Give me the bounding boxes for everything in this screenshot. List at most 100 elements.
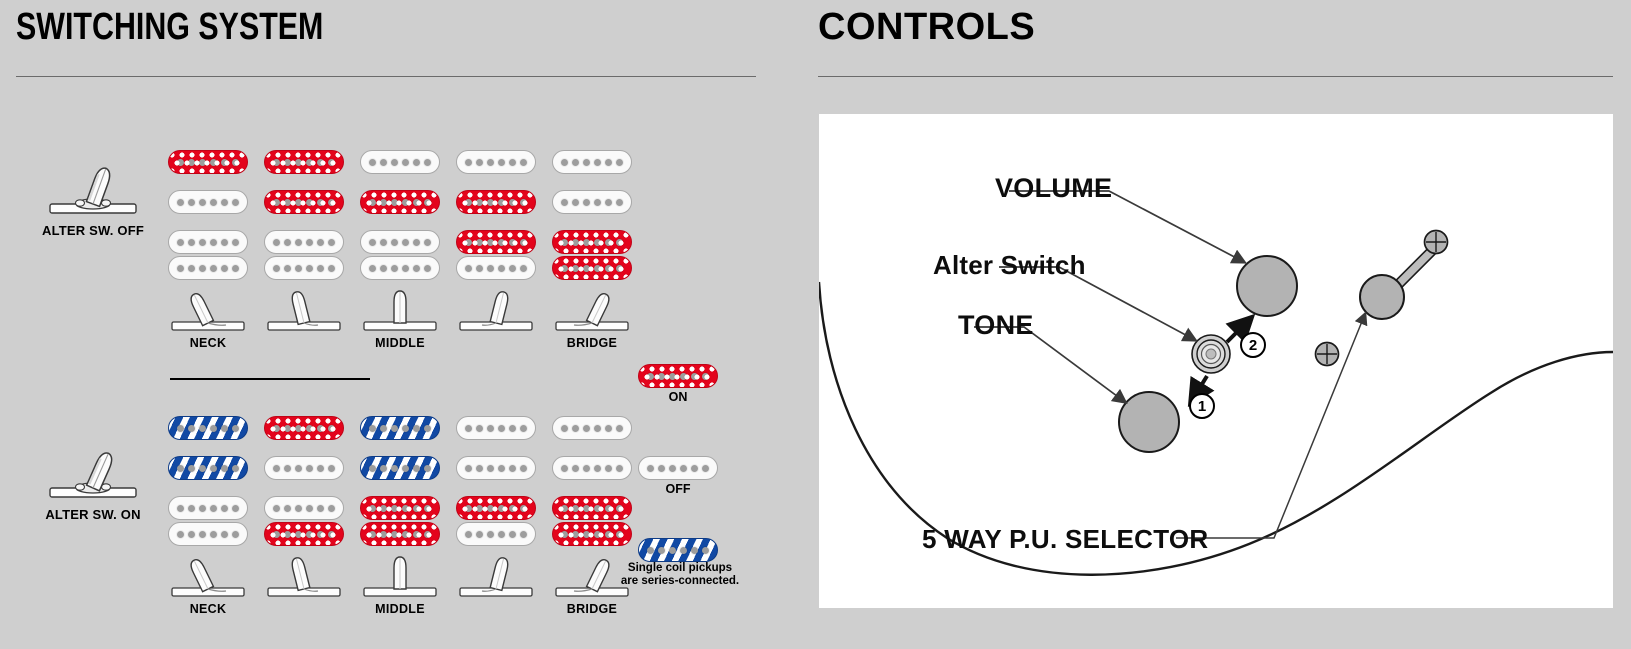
pickup-blade-series [360,416,440,440]
pickup-blade-on [552,230,632,254]
selector-label-middle: MIDDLE [375,602,425,616]
alter-switch-off-group: ALTER SW. OFF NECK MIDDLE BRIDGE [0,90,800,370]
selector-label-neck: NECK [189,602,227,616]
pickup-middle-single [456,456,536,480]
humbucker [360,230,440,280]
label-volume: VOLUME [995,173,1113,203]
pickup-middle-single [264,456,344,480]
selector-screw-upper [1423,229,1449,255]
selector-position-2[interactable] [264,552,344,600]
pickup-bridge-humbucker [456,496,536,546]
pickup-bridge-humbucker [168,230,248,280]
pickup-blade-on [456,190,536,214]
selector-screw-lower [1314,341,1340,367]
humbucker [264,496,344,546]
page-title-switching-system: SWITCHING SYSTEM [16,6,324,48]
selector-label-middle: MIDDLE [375,336,425,350]
pickup-blade-on [264,150,344,174]
pickup-blade-on [456,496,536,520]
pickup-blade-on [264,190,344,214]
switching-system-panel: SWITCHING SYSTEM ALTER SW. OFF NECK MIDD… [0,0,800,649]
pickup-blade-off [168,522,248,546]
pickup-bridge-humbucker [168,496,248,546]
pickup-blade-on [264,522,344,546]
pickup-blade-off [552,150,632,174]
selector-position-4[interactable] [456,286,536,334]
selector-lever-icon [555,293,629,331]
selector-position-2[interactable] [264,286,344,334]
selector-label-bridge: BRIDGE [566,602,618,616]
legend-on: ON [630,364,726,404]
humbucker [360,496,440,546]
selector-lever-icon [267,291,341,331]
legend-off: OFF [630,456,726,496]
badge-position-2: 2 [1240,332,1266,358]
pickup-blade-on [168,150,248,174]
five-way-selector-control[interactable] [1314,229,1449,367]
legend-label-on: ON [668,390,688,404]
pickup-blade-series [360,456,440,480]
selector-label-bridge: BRIDGE [566,336,618,350]
selector-position-4[interactable] [456,552,536,600]
volume-knob[interactable] [1236,255,1298,317]
selector-position-1[interactable]: NECK [168,552,248,616]
pickup-bridge-humbucker [456,230,536,280]
selector-lever-icon [363,290,437,331]
humbucker [456,230,536,280]
pickup-bridge-humbucker [360,230,440,280]
selector-lever-icon [171,293,245,331]
pickup-bridge-humbucker [264,230,344,280]
pickup-blade-off [264,230,344,254]
label-tone: TONE [958,310,1034,340]
pickup-blade-on [360,496,440,520]
selector-lever-icon [363,556,437,597]
pickup-neck-single [168,416,248,440]
pickup-blade-on [360,522,440,546]
pickup-neck-single [552,150,632,174]
pickup-middle-single [552,190,632,214]
selector-position-3[interactable]: MIDDLE [360,552,440,616]
legend-swatch-series [638,538,718,562]
pickup-middle-single [264,190,344,214]
legend-note-line1: Single coil pickups [627,562,733,574]
pickup-blade-on [264,416,344,440]
pickup-blade-off [264,256,344,280]
pole-pieces [169,151,247,173]
title-divider-controls [818,76,1613,77]
pickup-blade-off [360,230,440,254]
pickup-blade-on [360,190,440,214]
pickup-middle-single [552,456,632,480]
pickup-blade-off [264,496,344,520]
pickup-blade-on [456,230,536,254]
humbucker [168,496,248,546]
selector-lever-icon [459,557,533,597]
page-title-controls: CONTROLS [818,6,1036,48]
pickup-blade-off [552,190,632,214]
toggle-switch-icon [49,167,137,214]
title-divider-switching [16,76,756,77]
pickup-bridge-humbucker [264,496,344,546]
section-divider [170,378,370,380]
pickup-blade-series [168,416,248,440]
label-alter-switch: Alter Switch [933,250,1086,280]
pickup-blade-off [552,416,632,440]
pickup-middle-single [360,190,440,214]
tone-knob[interactable] [1118,391,1180,453]
pickup-blade-off [360,256,440,280]
legend-series [630,538,726,562]
pickup-neck-single [552,416,632,440]
selector-position-5[interactable]: BRIDGE [552,286,632,350]
pickup-neck-single [360,416,440,440]
humbucker [264,230,344,280]
selector-position-1[interactable]: NECK [168,286,248,350]
alter-switch-control[interactable] [1191,334,1231,374]
switching-diagram: ALTER SW. OFF NECK MIDDLE BRIDGE ALTER S… [0,90,800,635]
pickup-blade-off [168,230,248,254]
pole-pieces [169,191,247,213]
legend-note-line2: are series-connected. [620,574,740,587]
selector-position-3[interactable]: MIDDLE [360,286,440,350]
label-five-way-selector: 5 WAY P.U. SELECTOR [922,524,1209,554]
pickup-blade-off [552,456,632,480]
pickup-middle-single [168,456,248,480]
pickup-blade-off [168,496,248,520]
